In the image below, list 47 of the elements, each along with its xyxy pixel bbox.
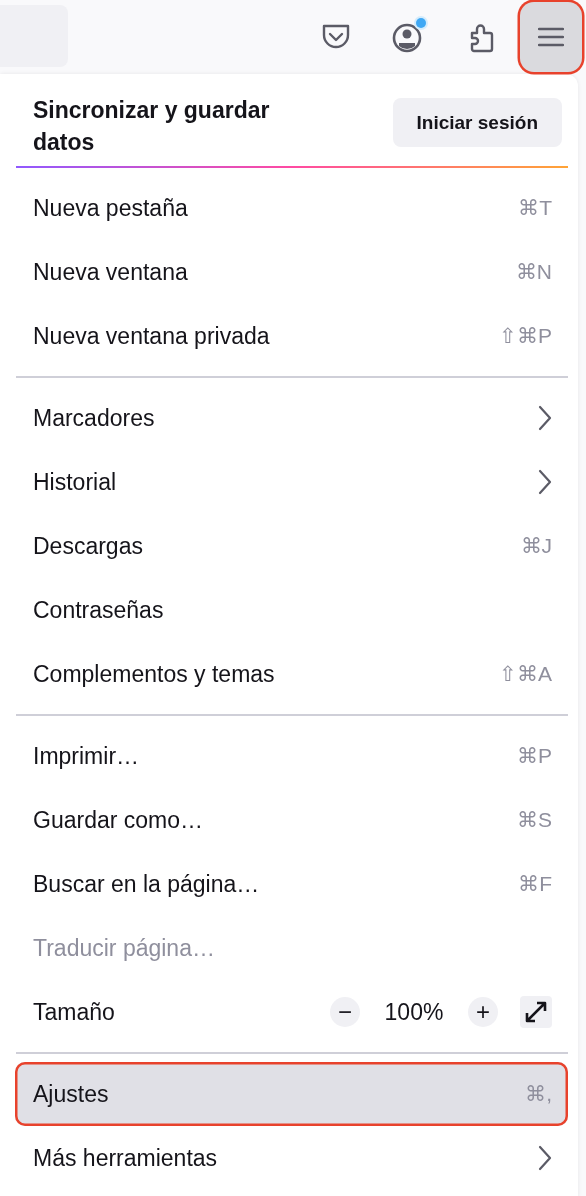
menu-item[interactable]: Marcadores [15,386,568,450]
menu-item-label: Descargas [33,532,143,560]
menu-item-label: Imprimir… [33,742,140,770]
shortcut-label: ⇧⌘A [499,662,552,686]
menu-item-label: Buscar en la página… [33,870,260,898]
shortcut-label: ⌘N [515,260,552,284]
zoom-label: Tamaño [33,998,115,1026]
menu-item-label: Nueva pestaña [33,194,188,222]
sync-title: Sincronizar y guardar datos [33,96,271,157]
menu-item-label: Más herramientas [33,1144,218,1172]
menu-item[interactable]: Más herramientas [15,1126,568,1190]
menu-item-label: Traducir página… [33,934,215,962]
menu-item-label: Complementos y temas [33,660,275,688]
zoom-in-button[interactable]: + [468,997,498,1027]
menu-item-label: Historial [33,468,117,496]
menu-item[interactable]: Guardar como… ⌘S [15,788,568,852]
menu-item-label: Ajustes [33,1080,109,1108]
menu-item-label: Contraseñas [33,596,164,624]
menu-item[interactable]: Descargas ⌘J [15,514,568,578]
pocket-icon [321,23,351,51]
menu-item-label: Nueva ventana privada [33,322,270,350]
shortcut-label: ⇧⌘P [499,324,552,348]
menu-item[interactable]: Complementos y temas ⇧⌘A [15,642,568,706]
shortcut-label: ⌘T [518,196,552,220]
menu-item[interactable]: Historial [15,450,568,514]
shortcut-label: ⌘J [520,534,552,558]
menu-item-label: Nueva ventana [33,258,188,286]
zoom-level: 100% [383,998,445,1026]
fullscreen-button[interactable] [520,996,552,1028]
shortcut-label: ⌘, [525,1082,552,1106]
menu-item[interactable]: Nueva ventana ⌘N [15,240,568,304]
menu-item[interactable]: Ajustes ⌘, [15,1062,568,1126]
shortcut-label: ⌘P [517,744,552,768]
menu-item[interactable]: Imprimir… ⌘P [15,724,568,788]
menu-item-label: Marcadores [33,404,155,432]
menu-button[interactable] [520,2,582,72]
zoom-out-button[interactable]: − [330,997,360,1027]
menu-item[interactable]: Nueva ventana privada ⇧⌘P [15,304,568,368]
menu-item[interactable]: Buscar en la página… ⌘F [15,852,568,916]
menu-item[interactable]: Contraseñas [15,578,568,642]
sign-in-button[interactable]: Iniciar sesión [392,98,562,147]
shortcut-label: ⌘S [517,808,552,832]
shortcut-label: ⌘F [518,872,552,896]
expand-arrows-icon [524,1000,548,1024]
menu-item-label: Guardar como… [33,806,203,834]
menu-item[interactable]: Nueva pestaña ⌘T [15,176,568,240]
menu-icon [538,27,564,47]
